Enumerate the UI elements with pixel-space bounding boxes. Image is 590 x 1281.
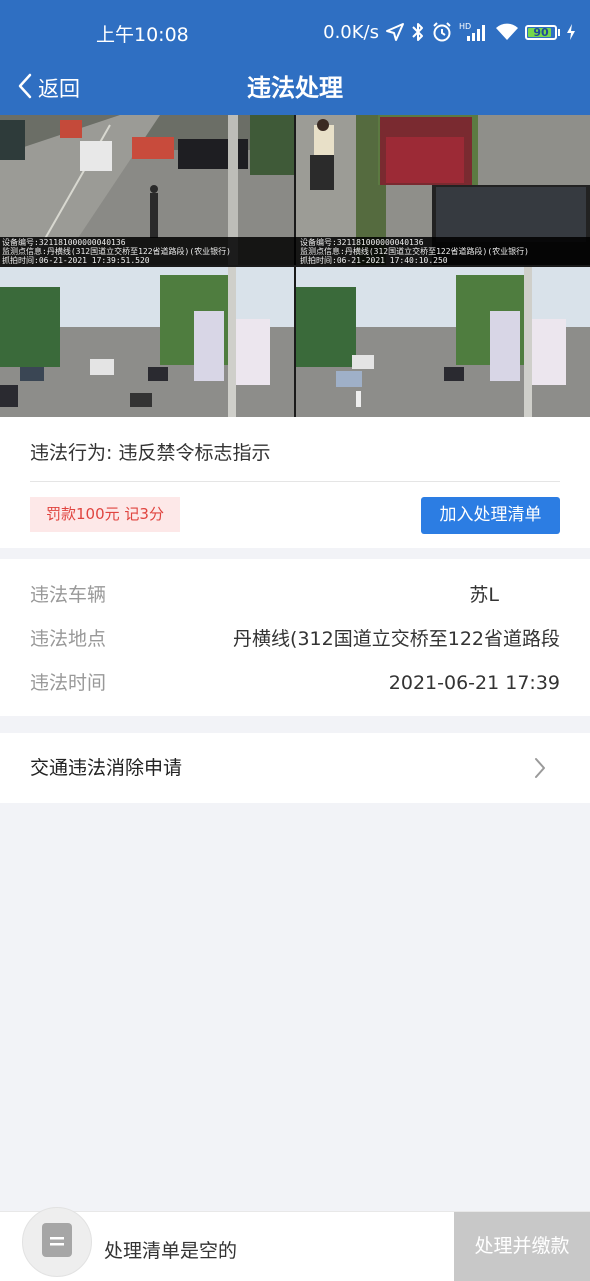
status-time: 上午10:08 — [96, 24, 189, 46]
detail-value: 2021-06-21 17:39 — [388, 672, 560, 694]
eliminate-application-label: 交通违法消除申请 — [30, 757, 183, 779]
add-to-list-button[interactable]: 加入处理清单 — [421, 497, 560, 534]
detail-label: 违法时间 — [30, 672, 107, 694]
process-list-button[interactable] — [22, 1207, 92, 1277]
chevron-right-icon — [534, 757, 546, 783]
violation-behavior: 违法行为: 违反禁令标志指示 — [30, 438, 270, 465]
alarm-icon — [431, 21, 453, 43]
detail-value: 苏L — [469, 584, 499, 606]
bottom-bar: 处理清单是空的 处理并缴款 — [0, 1207, 590, 1281]
battery-icon: 90 — [525, 24, 560, 40]
divider — [30, 481, 560, 482]
empty-list-text: 处理清单是空的 — [104, 1240, 238, 1262]
photo2-time-line: 抓拍时间:06-21-2021 17:40:10.250 — [300, 256, 448, 265]
hd-signal-icon: HD — [459, 21, 489, 43]
photo1-device-line: 设备编号:321181000000040136 — [2, 238, 126, 247]
nav-bar: 返回 违法处理 — [0, 62, 590, 115]
battery-level: 90 — [533, 25, 549, 39]
photo2-device-line: 设备编号:321181000000040136 — [300, 238, 424, 247]
detail-row-time: 违法时间 2021-06-21 17:39 — [30, 668, 560, 698]
evidence-photo-4[interactable] — [296, 267, 590, 417]
bluetooth-icon — [411, 21, 425, 43]
evidence-photos: 设备编号:321181000000040136 监测点信息:丹横线(312国道立… — [0, 115, 590, 417]
detail-label: 违法车辆 — [30, 584, 107, 606]
network-speed: 0.0K/s — [323, 21, 379, 43]
detail-row-location: 违法地点 丹横线(312国道立交桥至122省道路段 — [30, 624, 560, 654]
eliminate-application-row[interactable]: 交通违法消除申请 — [0, 733, 590, 803]
evidence-photo-3[interactable] — [0, 267, 294, 417]
photo2-location-line: 监测点信息:丹横线(312国道立交桥至122省道路段)(农业银行) — [300, 247, 529, 256]
list-icon — [41, 1222, 73, 1262]
violation-behavior-value: 违反禁令标志指示 — [118, 442, 271, 464]
penalty-badge: 罚款100元 记3分 — [30, 497, 180, 532]
location-arrow-icon — [385, 22, 405, 42]
photo1-time-line: 抓拍时间:06-21-2021 17:39:51.520 — [2, 256, 150, 265]
detail-value: 丹横线(312国道立交桥至122省道路段 — [233, 628, 560, 650]
photo-info-strip: 设备编号:321181000000040136 监测点信息:丹横线(312国道立… — [0, 237, 590, 265]
detail-row-vehicle: 违法车辆 苏L — [30, 580, 560, 610]
wifi-icon — [495, 22, 519, 42]
process-and-pay-button[interactable]: 处理并缴款 — [454, 1212, 590, 1281]
app-header: 上午10:08 0.0K/s HD 90 返回 违法处理 — [0, 0, 590, 115]
charging-icon — [566, 23, 576, 41]
details-card: 违法车辆 苏L 违法地点 丹横线(312国道立交桥至122省道路段 违法时间 2… — [0, 559, 590, 716]
detail-label: 违法地点 — [30, 628, 107, 650]
photo1-location-line: 监测点信息:丹横线(312国道立交桥至122省道路段)(农业银行) — [2, 247, 231, 256]
svg-text:HD: HD — [459, 22, 471, 31]
page-title: 违法处理 — [247, 74, 343, 102]
status-bar: 上午10:08 0.0K/s HD 90 — [0, 0, 590, 62]
violation-behavior-label: 违法行为: — [30, 442, 113, 464]
status-icons: 0.0K/s HD 90 — [323, 18, 576, 46]
